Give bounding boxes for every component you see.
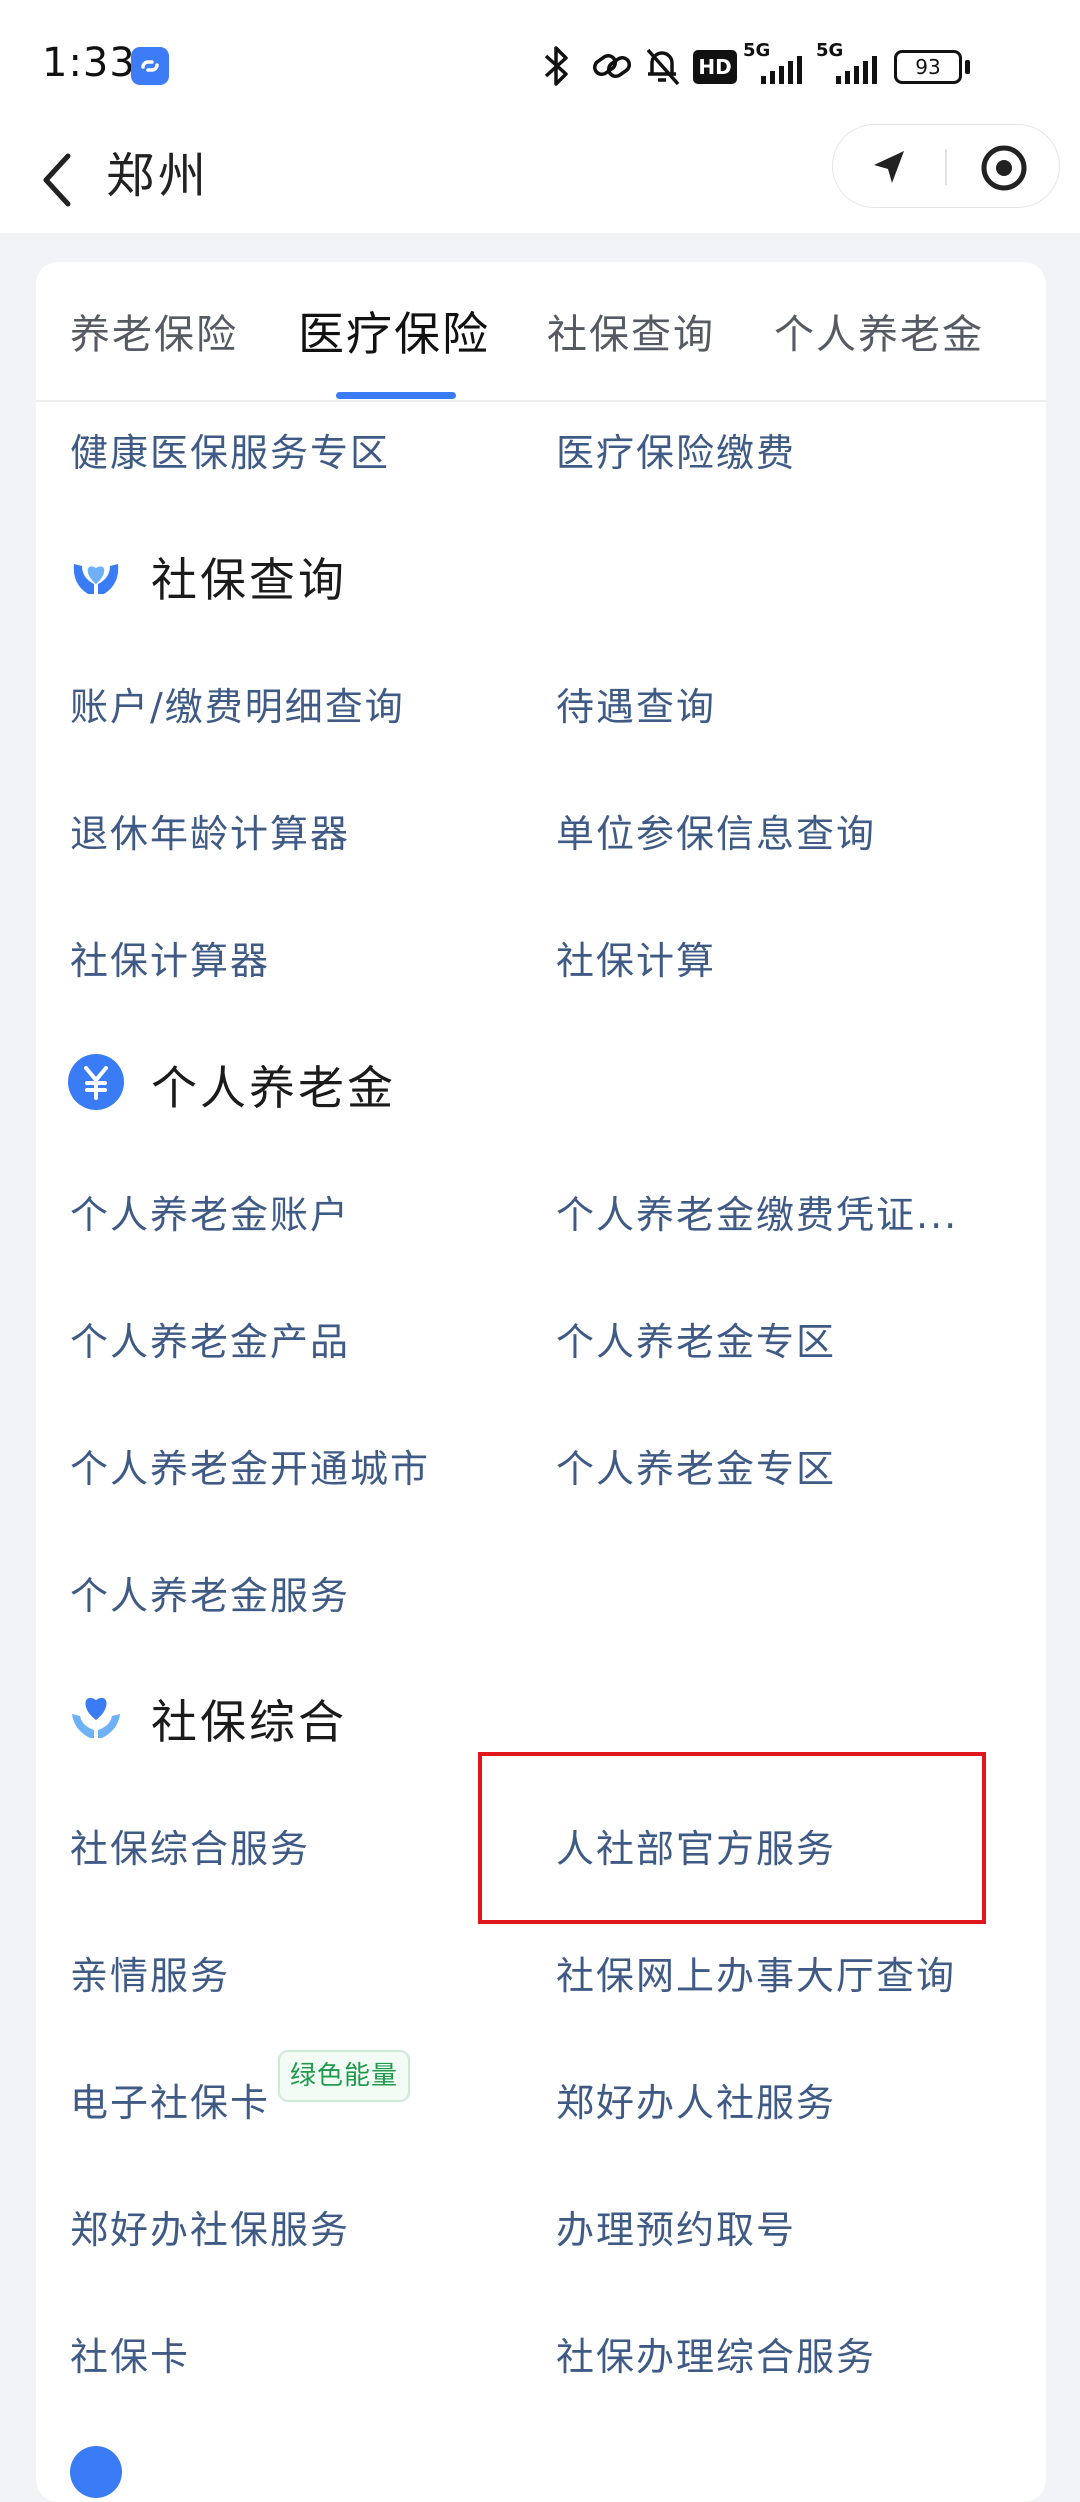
tab-personal-pension[interactable]: 个人养老金 <box>774 302 984 360</box>
services-card: 养老保险 医疗保险 社保查询 个人养老金 健康医保服务专区 医疗保险缴费 社保查… <box>36 262 1046 2502</box>
list-item[interactable]: 个人养老金开通城市 <box>70 1438 430 1493</box>
hd-label: HD <box>698 55 732 79</box>
signal-5g-2: 5G <box>816 40 882 88</box>
section-title-general: 社保综合 <box>151 1695 347 1749</box>
location-button[interactable] <box>833 125 943 209</box>
list-item[interactable]: 社保卡 <box>70 2326 190 2381</box>
status-time: 1:33 <box>42 40 136 86</box>
list-item[interactable]: 账户/缴费明细查询 <box>70 676 405 731</box>
tab-bar: 养老保险 医疗保险 社保查询 个人养老金 <box>36 262 1046 402</box>
list-item[interactable]: 亲情服务 <box>70 1945 230 2000</box>
yuan-coin-icon <box>68 1054 124 1110</box>
list-item[interactable]: 社保办理综合服务 <box>556 2326 876 2381</box>
list-item[interactable]: 个人养老金产品 <box>70 1311 350 1366</box>
list-item[interactable]: 郑好办社保服务 <box>70 2199 350 2254</box>
list-item[interactable]: 个人养老金专区 <box>556 1438 836 1493</box>
hands-care-icon <box>73 564 119 594</box>
signal-bars-icon-2 <box>836 56 877 84</box>
list-item[interactable]: 办理预约取号 <box>556 2199 796 2254</box>
section-title-pension: 个人养老金 <box>151 1061 396 1115</box>
battery-tip <box>965 60 970 74</box>
list-item[interactable]: 社保计算器 <box>70 930 270 985</box>
highlight-annotation-box <box>478 1752 986 1924</box>
list-item[interactable]: 健康医保服务专区 <box>70 422 390 477</box>
target-circle-icon <box>981 145 1027 191</box>
list-item[interactable]: 退休年龄计算器 <box>70 803 350 858</box>
list-item[interactable]: 社保计算 <box>556 930 716 985</box>
status-bar: 1:33 HD 5G 5G 93 <box>0 0 1080 135</box>
list-item[interactable]: 个人养老金服务 <box>70 1565 350 1620</box>
heart-hands-icon <box>72 1697 120 1738</box>
list-item[interactable]: 个人养老金缴费凭证... <box>556 1184 958 1239</box>
chevron-left-icon <box>43 153 71 207</box>
mute-bell-icon <box>646 48 680 86</box>
list-item[interactable]: 待遇查询 <box>556 676 716 731</box>
signal-bars-icon <box>761 56 802 84</box>
back-button[interactable] <box>30 138 90 218</box>
battery-icon: 93 <box>894 50 962 84</box>
list-item[interactable]: 个人养老金账户 <box>70 1184 350 1239</box>
list-item[interactable]: 社保综合服务 <box>70 1818 310 1873</box>
bluetooth-icon <box>544 46 568 86</box>
tab-query[interactable]: 社保查询 <box>547 302 715 360</box>
navigation-arrow-icon <box>874 151 904 183</box>
list-item[interactable]: 单位参保信息查询 <box>556 803 876 858</box>
mini-program-capsule <box>832 124 1060 208</box>
list-item[interactable]: 社保网上办事大厅查询 <box>556 1945 956 2000</box>
next-section-icon <box>70 2446 122 2498</box>
list-item[interactable]: 电子社保卡 <box>70 2072 270 2127</box>
hotspot-link-icon <box>592 53 632 79</box>
tab-medical[interactable]: 医疗保险 <box>298 298 490 364</box>
green-energy-badge: 绿色能量 <box>278 2050 411 2102</box>
tab-active-indicator <box>336 392 456 399</box>
battery-level: 93 <box>915 55 941 79</box>
tab-pension[interactable]: 养老保险 <box>70 302 238 360</box>
page-title: 郑州 <box>106 148 211 204</box>
nav-bar: 郑州 <box>0 120 1080 233</box>
section-title-query: 社保查询 <box>151 553 347 607</box>
list-item[interactable]: 郑好办人社服务 <box>556 2072 836 2127</box>
signal-5g-1: 5G <box>743 40 805 88</box>
list-item[interactable]: 医疗保险缴费 <box>556 422 796 477</box>
hd-badge: HD <box>693 50 737 84</box>
link-icon <box>131 47 169 85</box>
close-target-button[interactable] <box>949 125 1059 209</box>
capsule-divider <box>945 149 947 185</box>
list-item[interactable]: 个人养老金专区 <box>556 1311 836 1366</box>
